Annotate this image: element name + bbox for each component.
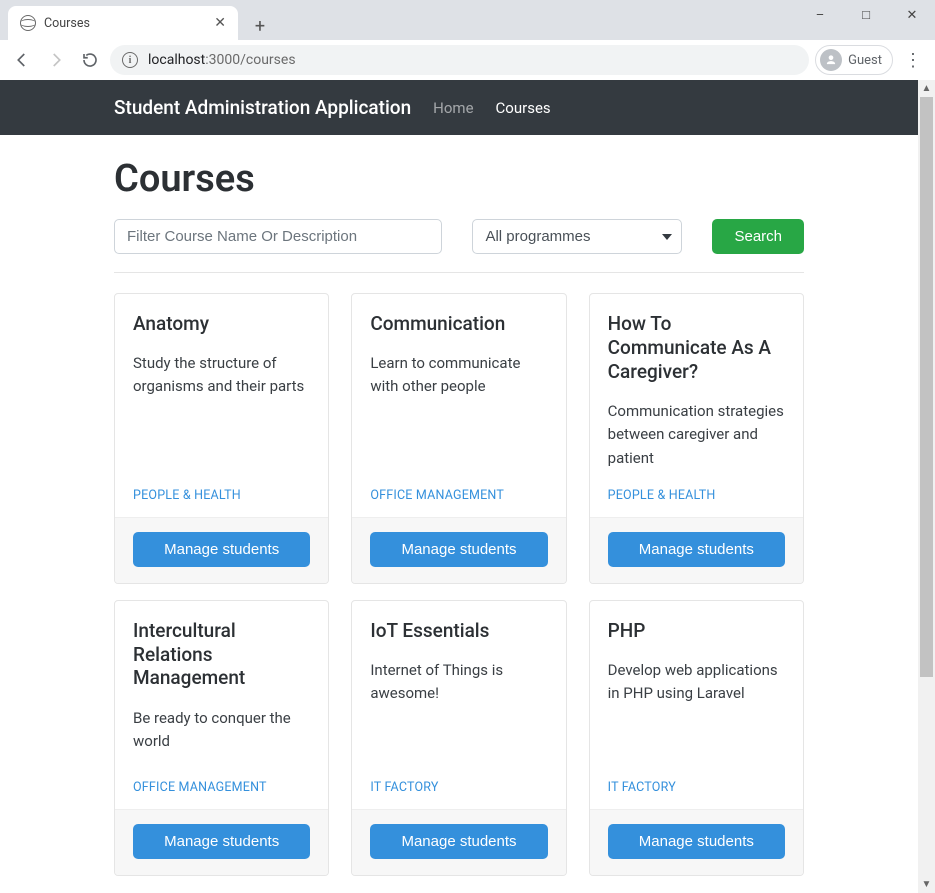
browser-tab[interactable]: Courses ✕ [8, 6, 238, 40]
course-title: PHP [608, 619, 785, 643]
globe-icon [20, 15, 36, 31]
nav-link-courses[interactable]: Courses [496, 99, 551, 117]
course-title: Communication [370, 312, 547, 336]
course-description: Communication strategies between caregiv… [608, 400, 785, 470]
course-grid: Anatomy Study the structure of organisms … [114, 293, 804, 876]
course-title: Anatomy [133, 312, 310, 336]
tab-title: Courses [44, 16, 90, 31]
nav-link-home[interactable]: Home [433, 99, 473, 117]
vertical-scrollbar[interactable]: ▲ ▼ [918, 80, 935, 893]
window-maximize-button[interactable]: □ [843, 0, 889, 30]
divider [114, 272, 804, 273]
window-close-button[interactable]: ✕ [889, 0, 935, 30]
window-minimize-button[interactable]: – [797, 0, 843, 30]
manage-students-button[interactable]: Manage students [608, 532, 785, 567]
course-description: Be ready to conquer the world [133, 707, 310, 754]
reload-button[interactable] [76, 46, 104, 74]
close-tab-icon[interactable]: ✕ [214, 15, 226, 31]
manage-students-button[interactable]: Manage students [370, 824, 547, 859]
programme-select[interactable]: All programmes [472, 219, 682, 254]
profile-label: Guest [848, 53, 882, 68]
page-viewport: Student Administration Application Home … [0, 80, 918, 893]
course-description: Study the structure of organisms and the… [133, 352, 310, 399]
course-card: Anatomy Study the structure of organisms … [114, 293, 329, 584]
course-programme-tag[interactable]: IT FACTORY [608, 780, 785, 795]
page-title: Courses [114, 157, 804, 201]
filter-row: All programmes Search [114, 219, 804, 254]
course-title: Intercultural Relations Management [133, 619, 310, 691]
forward-button[interactable] [42, 46, 70, 74]
profile-chip[interactable]: Guest [815, 45, 893, 75]
new-tab-button[interactable]: + [246, 12, 274, 40]
course-programme-tag[interactable]: OFFICE MANAGEMENT [370, 488, 547, 503]
site-info-icon[interactable]: i [122, 52, 138, 68]
course-programme-tag[interactable]: PEOPLE & HEALTH [133, 488, 310, 503]
course-card: PHP Develop web applications in PHP using… [589, 600, 804, 876]
search-button[interactable]: Search [712, 219, 804, 254]
course-card: IoT Essentials Internet of Things is awes… [351, 600, 566, 876]
navbar: Student Administration Application Home … [0, 80, 918, 135]
filter-input[interactable] [114, 219, 442, 254]
course-description: Develop web applications in PHP using La… [608, 659, 785, 706]
course-title: IoT Essentials [370, 619, 547, 643]
scrollbar-thumb[interactable] [920, 97, 933, 677]
course-card: How To Communicate As A Caregiver? Commun… [589, 293, 804, 584]
course-card: Intercultural Relations Management Be rea… [114, 600, 329, 876]
course-programme-tag[interactable]: OFFICE MANAGEMENT [133, 780, 310, 795]
manage-students-button[interactable]: Manage students [133, 532, 310, 567]
back-button[interactable] [8, 46, 36, 74]
course-programme-tag[interactable]: PEOPLE & HEALTH [608, 488, 785, 503]
course-description: Learn to communicate with other people [370, 352, 547, 399]
address-bar[interactable]: i localhost:3000/courses [110, 45, 809, 75]
avatar-icon [820, 49, 842, 71]
browser-chrome: – □ ✕ Courses ✕ + i localhost:3000/cours… [0, 0, 935, 80]
url-text: localhost:3000/courses [148, 52, 296, 68]
course-description: Internet of Things is awesome! [370, 659, 547, 706]
browser-menu-button[interactable]: ⋮ [899, 50, 927, 71]
manage-students-button[interactable]: Manage students [133, 824, 310, 859]
brand[interactable]: Student Administration Application [114, 96, 411, 119]
manage-students-button[interactable]: Manage students [370, 532, 547, 567]
course-card: Communication Learn to communicate with o… [351, 293, 566, 584]
manage-students-button[interactable]: Manage students [608, 824, 785, 859]
course-title: How To Communicate As A Caregiver? [608, 312, 785, 384]
course-programme-tag[interactable]: IT FACTORY [370, 780, 547, 795]
scroll-up-icon[interactable]: ▲ [918, 80, 935, 97]
scroll-down-icon[interactable]: ▼ [918, 876, 935, 893]
